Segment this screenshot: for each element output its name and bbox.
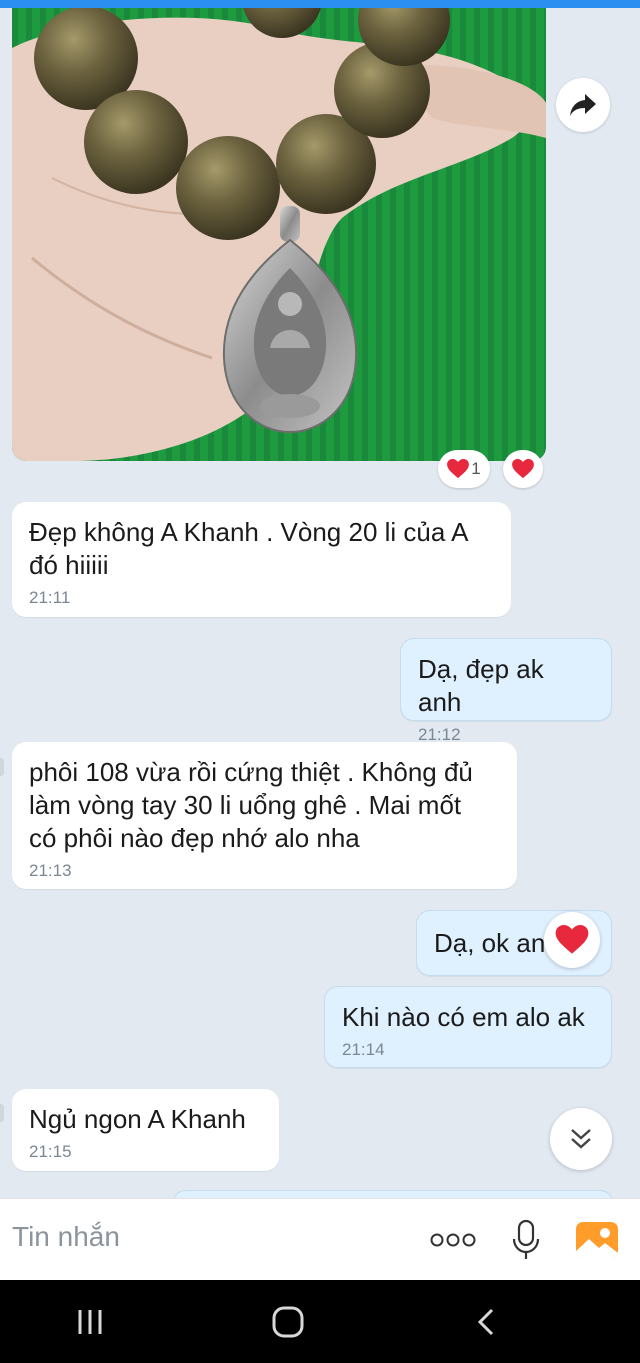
home-button[interactable]	[258, 1300, 318, 1344]
message-time: 21:13	[29, 861, 72, 880]
message-text: phôi 108 vừa rồi cứng thiệt . Không đủ l…	[29, 757, 473, 853]
outgoing-message[interactable]: Khi nào có em alo ak 21:14	[324, 986, 612, 1068]
microphone-icon	[512, 1219, 540, 1259]
forward-button[interactable]	[556, 78, 610, 132]
message-input[interactable]: Tin nhắn	[12, 1221, 120, 1253]
recent-apps-icon	[78, 1310, 102, 1334]
message-time: 21:11	[29, 588, 71, 607]
recent-apps-button[interactable]	[60, 1300, 120, 1344]
sender-indicator	[0, 1104, 4, 1122]
incoming-message[interactable]: phôi 108 vừa rồi cứng thiệt . Không đủ l…	[12, 742, 517, 889]
system-navigation-bar	[0, 1280, 640, 1363]
voice-record-button[interactable]	[506, 1217, 546, 1263]
back-button[interactable]	[456, 1300, 516, 1344]
sender-indicator	[0, 758, 4, 776]
incoming-message[interactable]: Đẹp không A Khanh . Vòng 20 li của A đó …	[12, 502, 511, 617]
back-icon	[477, 1308, 494, 1336]
more-options-button[interactable]	[428, 1225, 478, 1255]
scroll-to-bottom-button[interactable]	[550, 1108, 612, 1170]
photo-reaction-heart-count[interactable]: 1	[438, 450, 490, 488]
message-text: Ngủ ngon A Khanh	[29, 1104, 246, 1134]
gallery-button[interactable]	[574, 1219, 620, 1261]
gallery-image-icon	[576, 1222, 618, 1258]
photo-add-reaction-button[interactable]	[503, 450, 543, 488]
heart-icon	[512, 459, 534, 479]
message-composer: Tin nhắn	[0, 1198, 640, 1281]
outgoing-message[interactable]: Dạ, đẹp ak anh 21:12	[400, 638, 612, 744]
message-text: Đẹp không A Khanh . Vòng 20 li của A đó …	[29, 517, 469, 580]
forward-share-icon	[570, 94, 596, 116]
heart-icon	[555, 925, 589, 954]
chevrons-down-icon	[571, 1129, 591, 1149]
heart-icon	[447, 459, 470, 479]
message-text: Khi nào có em alo ak	[342, 1002, 585, 1032]
reaction-count: 1	[471, 459, 481, 478]
message-text: Dạ, đẹp ak anh	[418, 654, 551, 717]
top-accent-bar	[0, 0, 640, 8]
home-icon	[272, 1306, 304, 1338]
message-time: 21:14	[342, 1040, 385, 1059]
photo-message[interactable]	[12, 8, 546, 461]
message-reaction-button[interactable]	[544, 912, 600, 968]
message-time: 21:15	[29, 1142, 72, 1161]
bracelet-photo	[12, 8, 546, 461]
incoming-message[interactable]: Ngủ ngon A Khanh 21:15	[12, 1089, 279, 1171]
more-options-icon	[430, 1233, 476, 1247]
